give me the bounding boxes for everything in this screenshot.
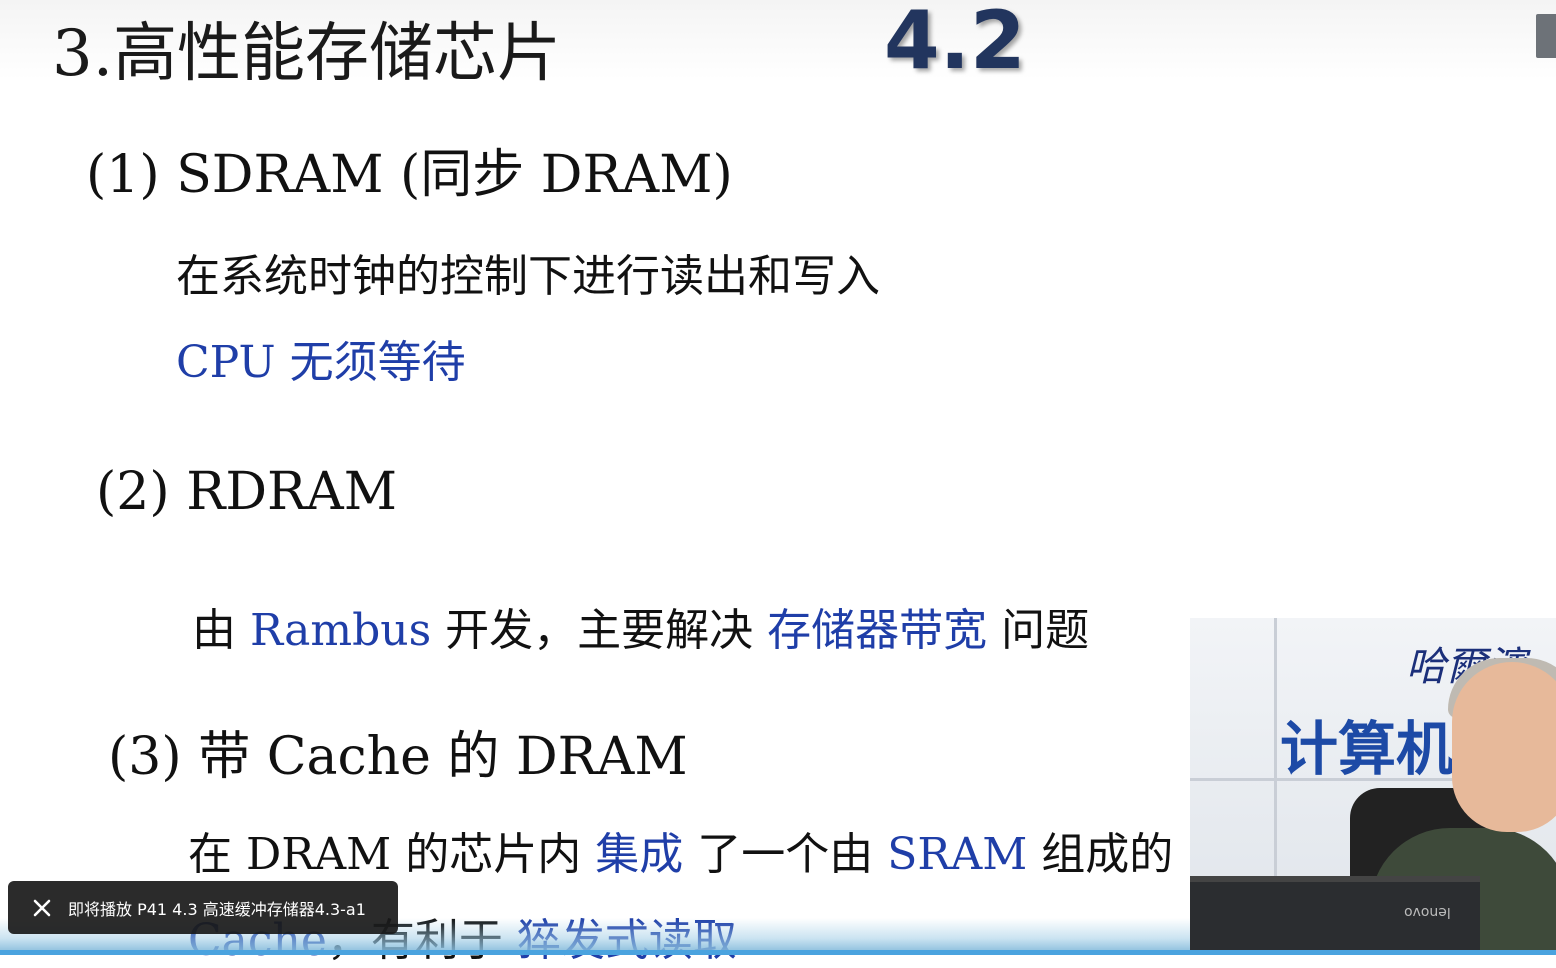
item2-text-c: 开发，主要解决	[431, 605, 768, 656]
item3-line1: 在 DRAM 的芯片内 集成 了一个由 SRAM 组成的	[188, 818, 1173, 882]
item3-integrated: 集成	[595, 829, 684, 880]
item3-text-e: 组成的	[1027, 829, 1174, 880]
slide-title: 3.高性能存储芯片	[52, 17, 562, 91]
item3-sram: SRAM	[887, 829, 1028, 880]
item3-text-a: 在 DRAM 的芯片内	[188, 829, 596, 880]
presenter-head	[1452, 662, 1556, 832]
item2-text-a: 由	[192, 605, 250, 656]
item3-heading: (3) 带 Cache 的 DRAM	[108, 727, 688, 787]
item2-rambus: Rambus	[250, 605, 432, 656]
laptop-brand: lenovo	[1404, 904, 1451, 920]
video-progress-fill	[0, 950, 1556, 955]
presenter-video: 哈爾濱 计算机 lenovo	[1190, 618, 1556, 955]
corner-icon	[1536, 14, 1556, 58]
item3-text-c: 了一个由	[683, 829, 888, 880]
upnext-toast[interactable]: 即将播放 P41 4.3 高速缓冲存储器4.3-a1	[8, 881, 398, 934]
item2-text-e: 问题	[987, 605, 1090, 656]
item1-line2: CPU 无须等待	[176, 337, 466, 388]
section-number: 4.2	[884, 0, 1026, 87]
wall-dept-text: 计算机	[1280, 715, 1455, 783]
close-icon[interactable]	[30, 896, 54, 920]
item2-line1: 由 Rambus 开发，主要解决 存储器带宽 问题	[192, 594, 1089, 658]
item1-heading: (1) SDRAM (同步 DRAM)	[86, 145, 733, 205]
item2-bandwidth: 存储器带宽	[767, 605, 988, 656]
upnext-label: 即将播放 P41 4.3 高速缓冲存储器4.3-a1	[68, 899, 366, 919]
item2-heading: (2) RDRAM	[96, 462, 397, 522]
video-progress-bar[interactable]	[0, 950, 1556, 955]
item1-line1: 在系统时钟的控制下进行读出和写入	[176, 251, 880, 302]
laptop: lenovo	[1190, 876, 1480, 955]
